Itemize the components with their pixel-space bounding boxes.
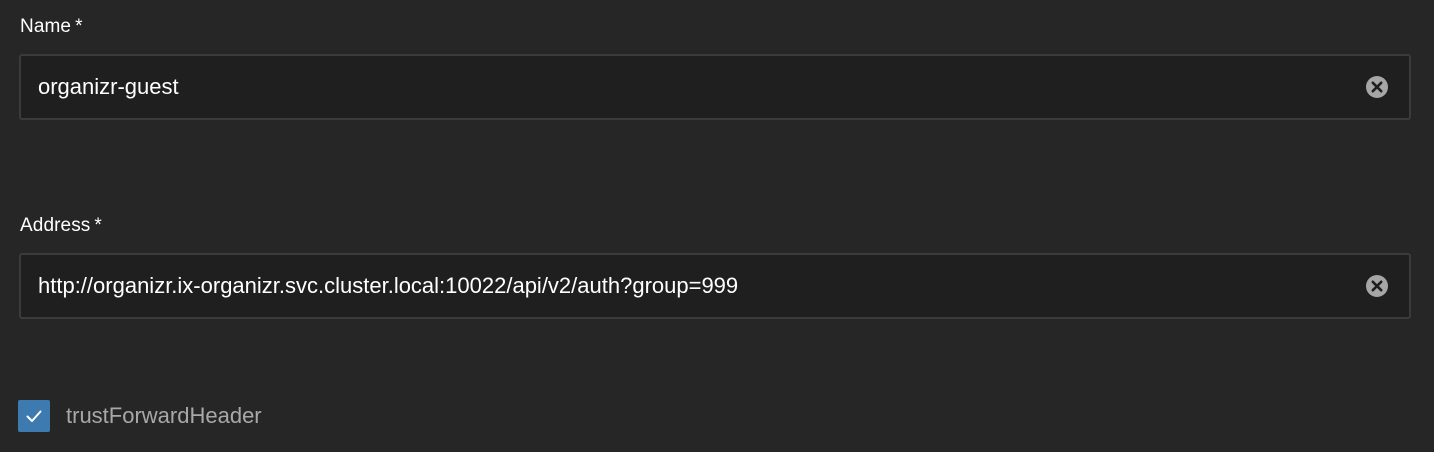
required-mark: * <box>94 215 102 236</box>
trust-forward-header-option[interactable]: trustForwardHeader <box>18 400 262 432</box>
clear-icon[interactable] <box>1365 75 1389 99</box>
address-input[interactable]: http://organizr.ix-organizr.svc.cluster.… <box>19 253 1411 319</box>
checkmark-icon <box>26 410 42 422</box>
name-input-value[interactable]: organizr-guest <box>38 74 179 100</box>
trust-forward-header-checkbox[interactable] <box>18 400 50 432</box>
clear-icon[interactable] <box>1365 274 1389 298</box>
address-input-value[interactable]: http://organizr.ix-organizr.svc.cluster.… <box>38 273 738 299</box>
address-label: Address * <box>20 215 102 237</box>
name-label-text: Name <box>20 16 72 37</box>
name-input[interactable]: organizr-guest <box>19 54 1411 120</box>
name-label: Name * <box>20 16 83 38</box>
trust-forward-header-label[interactable]: trustForwardHeader <box>66 403 262 429</box>
address-label-text: Address <box>20 215 91 236</box>
required-mark: * <box>75 16 83 37</box>
